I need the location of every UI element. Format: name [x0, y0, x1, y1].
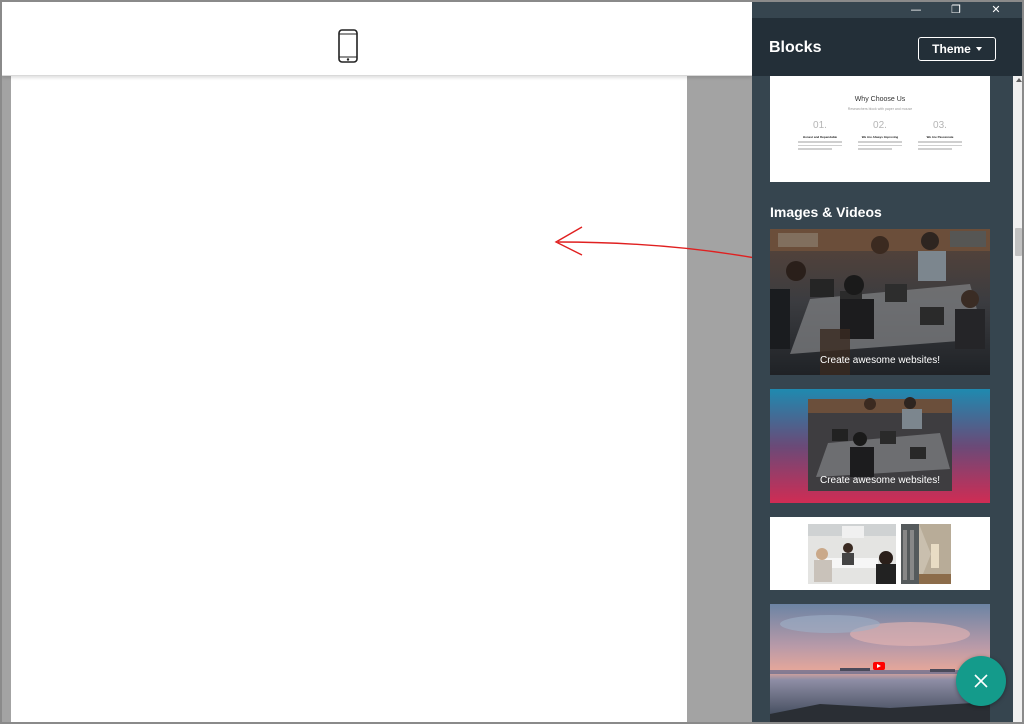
- blocks-sidebar: Blocks Theme Why Choose Us Researchers b…: [752, 2, 1022, 722]
- why-subtitle: Researchers block with paper and mouse: [847, 107, 913, 111]
- text-line: [918, 148, 952, 150]
- block-caption: Create awesome websites!: [819, 355, 941, 366]
- minimize-button[interactable]: —: [896, 2, 936, 18]
- why-number: 01.: [813, 120, 827, 131]
- window-controls: — ❐ ✕: [896, 2, 1016, 18]
- scroll-up-arrow-icon[interactable]: [1016, 78, 1022, 82]
- block-image-header[interactable]: Create awesome websites!: [770, 229, 990, 375]
- mobile-phone-icon[interactable]: [338, 29, 358, 63]
- why-number: 02.: [873, 120, 887, 131]
- text-line: [858, 148, 892, 150]
- sidebar-title: Blocks: [769, 39, 822, 56]
- block-video-background[interactable]: [770, 604, 990, 722]
- meeting-photo-image: [808, 524, 896, 584]
- hallway-photo-image: [901, 524, 951, 584]
- why-column: 02. We Are Always Improving: [850, 120, 910, 150]
- block-two-images[interactable]: [770, 517, 990, 590]
- why-number: 03.: [933, 120, 947, 131]
- close-window-button[interactable]: ✕: [976, 2, 1016, 18]
- text-line: [798, 148, 832, 150]
- text-line: [918, 141, 962, 143]
- text-line: [798, 144, 842, 146]
- why-title: Why Choose Us: [854, 96, 906, 103]
- text-line: [918, 144, 962, 146]
- block-caption: Create awesome websites!: [819, 475, 941, 486]
- block-image-gradient[interactable]: Create awesome websites!: [770, 389, 990, 503]
- why-column: 01. Honest and Dependable: [790, 120, 850, 150]
- why-heading: Honest and Dependable: [802, 135, 838, 139]
- theme-button-label: Theme: [932, 42, 971, 56]
- app-window: Blocks Theme Why Choose Us Researchers b…: [0, 0, 1024, 724]
- sidebar-scrollbar[interactable]: [1013, 76, 1022, 722]
- caret-down-icon: [975, 47, 982, 51]
- canvas-gutter: [687, 76, 752, 722]
- sidebar-header: Blocks Theme: [752, 18, 1022, 76]
- theme-dropdown-button[interactable]: Theme: [918, 37, 996, 61]
- why-column: 03. We Are Passionate: [910, 120, 970, 150]
- text-line: [858, 141, 902, 143]
- section-title-images-videos: Images & Videos: [770, 204, 882, 220]
- block-why-choose-us[interactable]: Why Choose Us Researchers block with pap…: [770, 76, 990, 182]
- office-photo-image: [770, 229, 990, 375]
- why-heading: We Are Passionate: [926, 135, 954, 139]
- text-line: [858, 144, 902, 146]
- sunset-sea-image: [770, 604, 990, 722]
- restore-button[interactable]: ❐: [936, 2, 976, 18]
- close-blocks-fab-button[interactable]: [956, 656, 1006, 706]
- page-canvas[interactable]: [11, 76, 687, 722]
- device-toolbar: [2, 2, 752, 76]
- text-line: [798, 141, 842, 143]
- why-heading: We Are Always Improving: [861, 135, 899, 139]
- scrollbar-thumb[interactable]: [1015, 228, 1022, 256]
- close-icon: [974, 674, 988, 688]
